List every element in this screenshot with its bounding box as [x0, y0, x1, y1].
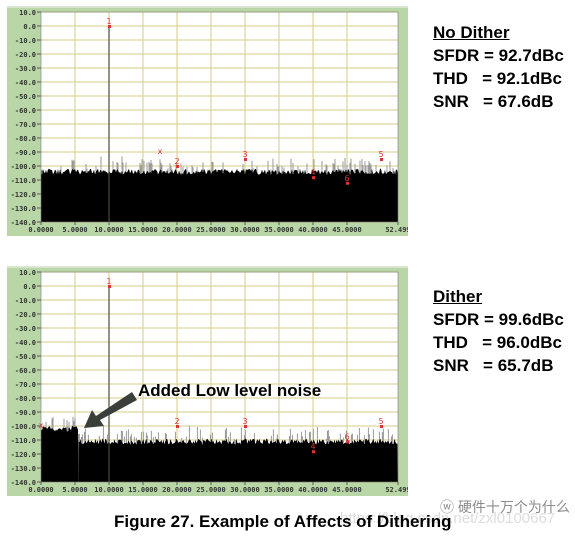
annotation-label: Added Low level noise	[138, 381, 322, 400]
watermark: ⓦ 硬件十万个为什么	[440, 497, 570, 517]
annotation-arrow-layer	[84, 392, 137, 428]
figure-caption: Figure 27. Example of Affects of Ditheri…	[114, 512, 452, 531]
arrow-icon	[84, 392, 137, 428]
watermark-text: 硬件十万个为什么	[457, 499, 570, 515]
